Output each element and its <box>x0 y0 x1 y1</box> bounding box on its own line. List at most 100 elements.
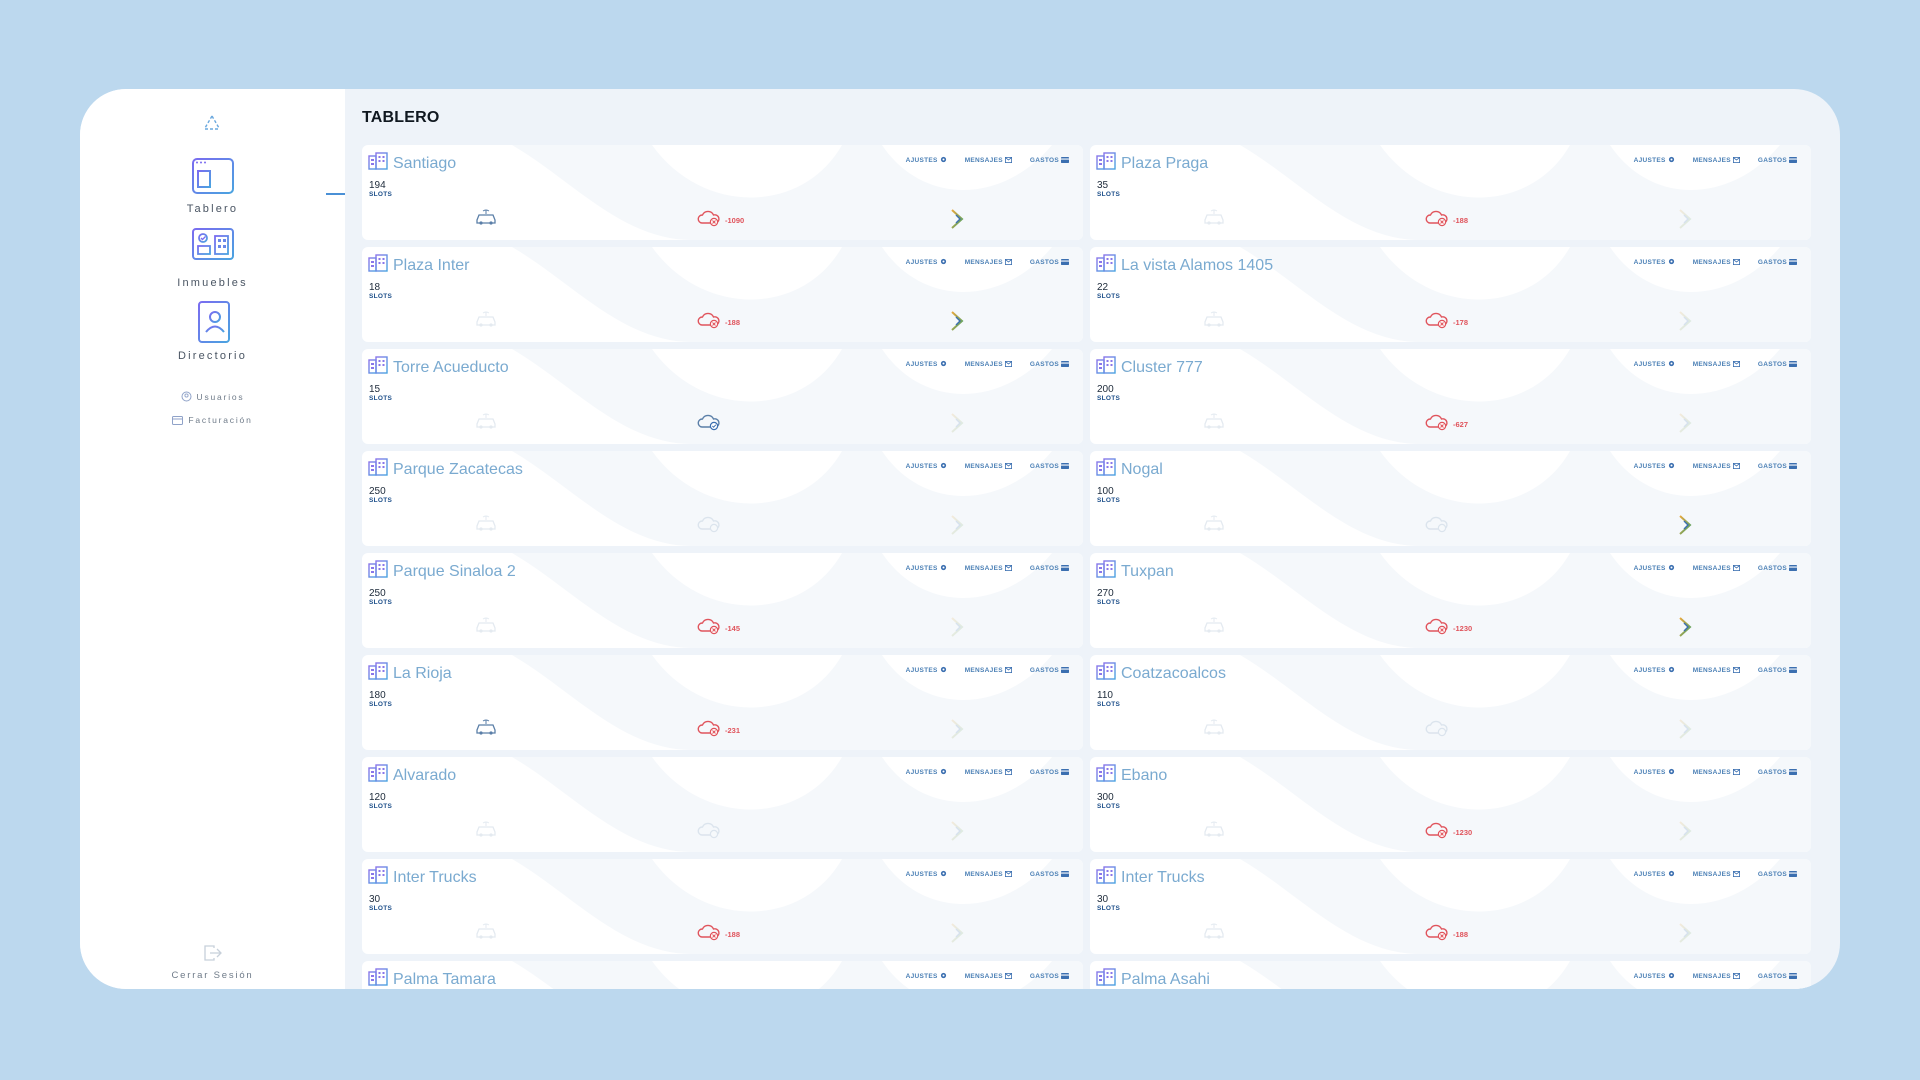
cloud-status[interactable]: -1230 <box>1425 821 1472 844</box>
ajustes-button[interactable]: AJUSTES <box>906 972 947 981</box>
gastos-button[interactable]: GASTOS <box>1758 972 1797 981</box>
parking-car-icon[interactable] <box>1202 413 1226 434</box>
mensajes-button[interactable]: MENSAJES <box>1693 666 1740 675</box>
property-card-la-rioja[interactable]: La Rioja 180 SLOTS AJUSTES MENSAJES GASTOS -23… <box>362 655 1083 750</box>
parking-car-icon[interactable] <box>1202 617 1226 638</box>
ajustes-button[interactable]: AJUSTES <box>1634 564 1675 573</box>
mensajes-button[interactable]: MENSAJES <box>965 666 1012 675</box>
ajustes-button[interactable]: AJUSTES <box>1634 666 1675 675</box>
gastos-button[interactable]: GASTOS <box>1030 666 1069 675</box>
gastos-button[interactable]: GASTOS <box>1758 564 1797 573</box>
gastos-button[interactable]: GASTOS <box>1758 156 1797 165</box>
cloud-status[interactable] <box>697 821 721 844</box>
property-name[interactable]: Palma Asahi <box>1121 971 1210 989</box>
ai-status-icon[interactable] <box>949 719 965 744</box>
mensajes-button[interactable]: MENSAJES <box>1693 564 1740 573</box>
property-card-ebano[interactable]: Ebano 300 SLOTS AJUSTES MENSAJES GASTOS -1230 <box>1090 757 1811 852</box>
ajustes-button[interactable]: AJUSTES <box>906 564 947 573</box>
mensajes-button[interactable]: MENSAJES <box>965 870 1012 879</box>
property-card-parque-sinaloa-2[interactable]: Parque Sinaloa 2 250 SLOTS AJUSTES MENSAJES G… <box>362 553 1083 648</box>
property-card-palma-tamara[interactable]: Palma Tamara AJUSTES MENSAJES GASTOS <box>362 961 1083 989</box>
parking-car-icon[interactable] <box>1202 719 1226 740</box>
ajustes-button[interactable]: AJUSTES <box>1634 462 1675 471</box>
property-card-santiago[interactable]: Santiago 194 SLOTS AJUSTES MENSAJES GASTOS -10… <box>362 145 1083 240</box>
gastos-button[interactable]: GASTOS <box>1030 972 1069 981</box>
ajustes-button[interactable]: AJUSTES <box>906 462 947 471</box>
parking-car-icon[interactable] <box>474 209 498 230</box>
parking-car-icon[interactable] <box>474 821 498 842</box>
gastos-button[interactable]: GASTOS <box>1758 462 1797 471</box>
parking-car-icon[interactable] <box>1202 209 1226 230</box>
ajustes-button[interactable]: AJUSTES <box>1634 768 1675 777</box>
cloud-status[interactable]: -188 <box>697 923 740 946</box>
cloud-status[interactable] <box>697 515 721 538</box>
parking-car-icon[interactable] <box>1202 515 1226 536</box>
property-card-tuxpan[interactable]: Tuxpan 270 SLOTS AJUSTES MENSAJES GASTOS -1230 <box>1090 553 1811 648</box>
ajustes-button[interactable]: AJUSTES <box>906 156 947 165</box>
cloud-status[interactable]: -231 <box>697 719 740 742</box>
gastos-button[interactable]: GASTOS <box>1030 360 1069 369</box>
ai-status-icon[interactable] <box>949 311 965 336</box>
property-name[interactable]: Cluster 777 <box>1121 359 1203 377</box>
mensajes-button[interactable]: MENSAJES <box>1693 870 1740 879</box>
mensajes-button[interactable]: MENSAJES <box>965 156 1012 165</box>
ai-status-icon[interactable] <box>949 515 965 540</box>
mensajes-button[interactable]: MENSAJES <box>965 768 1012 777</box>
ajustes-button[interactable]: AJUSTES <box>1634 360 1675 369</box>
mensajes-button[interactable]: MENSAJES <box>1693 156 1740 165</box>
gastos-button[interactable]: GASTOS <box>1030 462 1069 471</box>
property-name[interactable]: Parque Zacatecas <box>393 461 523 479</box>
parking-car-icon[interactable] <box>474 311 498 332</box>
ajustes-button[interactable]: AJUSTES <box>1634 870 1675 879</box>
parking-car-icon[interactable] <box>474 617 498 638</box>
property-name[interactable]: Santiago <box>393 155 456 173</box>
logout-button[interactable]: Cerrar Sesión <box>80 945 345 981</box>
mensajes-button[interactable]: MENSAJES <box>965 564 1012 573</box>
property-card-coatzacoalcos[interactable]: Coatzacoalcos 110 SLOTS AJUSTES MENSAJES GAST… <box>1090 655 1811 750</box>
gastos-button[interactable]: GASTOS <box>1030 768 1069 777</box>
cloud-status[interactable]: -627 <box>1425 413 1468 436</box>
sidebar-item-usuarios[interactable]: Usuarios <box>80 391 345 402</box>
cloud-status[interactable] <box>1425 719 1449 742</box>
ajustes-button[interactable]: AJUSTES <box>906 360 947 369</box>
cloud-status[interactable] <box>697 413 721 436</box>
mensajes-button[interactable]: MENSAJES <box>1693 768 1740 777</box>
ajustes-button[interactable]: AJUSTES <box>906 258 947 267</box>
cloud-status[interactable]: -188 <box>1425 923 1468 946</box>
ai-status-icon[interactable] <box>1677 311 1693 336</box>
ai-status-icon[interactable] <box>1677 719 1693 744</box>
gastos-button[interactable]: GASTOS <box>1030 870 1069 879</box>
ai-status-icon[interactable] <box>949 413 965 438</box>
ai-status-icon[interactable] <box>1677 923 1693 948</box>
ai-status-icon[interactable] <box>1677 209 1693 234</box>
ai-status-icon[interactable] <box>1677 413 1693 438</box>
gastos-button[interactable]: GASTOS <box>1030 564 1069 573</box>
property-name[interactable]: Plaza Inter <box>393 257 469 275</box>
ai-status-icon[interactable] <box>949 617 965 642</box>
mensajes-button[interactable]: MENSAJES <box>965 462 1012 471</box>
mensajes-button[interactable]: MENSAJES <box>1693 972 1740 981</box>
mensajes-button[interactable]: MENSAJES <box>965 972 1012 981</box>
ai-status-icon[interactable] <box>949 923 965 948</box>
ai-status-icon[interactable] <box>949 209 965 234</box>
property-name[interactable]: Tuxpan <box>1121 563 1174 581</box>
property-name[interactable]: Torre Acueducto <box>393 359 509 377</box>
gastos-button[interactable]: GASTOS <box>1758 258 1797 267</box>
property-card-palma-asahi[interactable]: Palma Asahi AJUSTES MENSAJES GASTOS <box>1090 961 1811 989</box>
gastos-button[interactable]: GASTOS <box>1030 156 1069 165</box>
parking-car-icon[interactable] <box>474 923 498 944</box>
property-card-cluster-777[interactable]: Cluster 777 200 SLOTS AJUSTES MENSAJES GASTOS… <box>1090 349 1811 444</box>
cloud-status[interactable]: -1230 <box>1425 617 1472 640</box>
cloud-status[interactable]: -188 <box>697 311 740 334</box>
property-name[interactable]: Inter Trucks <box>393 869 477 887</box>
property-name[interactable]: Parque Sinaloa 2 <box>393 563 516 581</box>
mensajes-button[interactable]: MENSAJES <box>1693 360 1740 369</box>
property-card-plaza-praga[interactable]: Plaza Praga 35 SLOTS AJUSTES MENSAJES GASTOS -… <box>1090 145 1811 240</box>
property-name[interactable]: Plaza Praga <box>1121 155 1208 173</box>
parking-car-icon[interactable] <box>1202 311 1226 332</box>
cloud-status[interactable] <box>1425 515 1449 538</box>
property-card-inter-trucks[interactable]: Inter Trucks 30 SLOTS AJUSTES MENSAJES GASTOS… <box>1090 859 1811 954</box>
parking-car-icon[interactable] <box>474 413 498 434</box>
property-card-inter-trucks[interactable]: Inter Trucks 30 SLOTS AJUSTES MENSAJES GASTOS… <box>362 859 1083 954</box>
cloud-status[interactable]: -1090 <box>697 209 744 232</box>
